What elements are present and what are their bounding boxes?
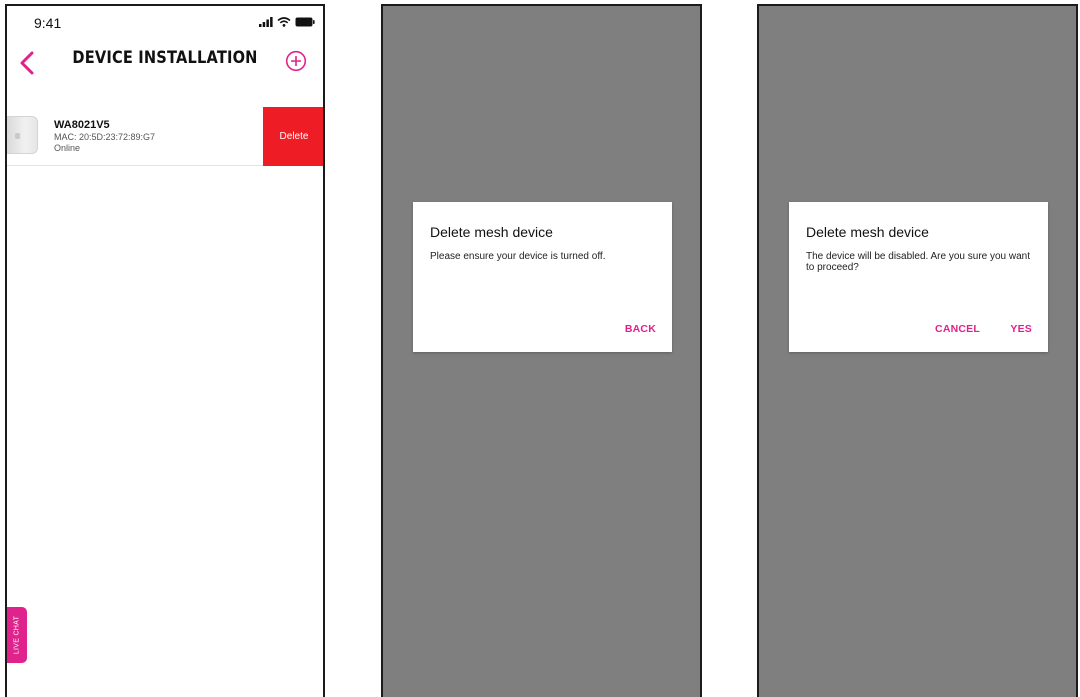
- device-status: Online: [54, 143, 81, 153]
- yes-button[interactable]: YES: [1010, 323, 1032, 335]
- delete-button[interactable]: Delete: [263, 107, 323, 166]
- dialog-title: Delete mesh device: [430, 224, 553, 240]
- battery-icon: [295, 17, 315, 27]
- dialog-title: Delete mesh device: [806, 224, 929, 240]
- status-time: 9:41: [34, 15, 62, 31]
- device-installation-screen: 9:41 DEVICE INSTALLATION WA8021V5 MAC: 2…: [5, 4, 325, 697]
- live-chat-label: LIVE CHAT: [13, 615, 21, 655]
- wifi-icon: [277, 17, 291, 27]
- dialog-message: Please ensure your device is turned off.: [430, 251, 606, 262]
- device-name: WA8021V5: [54, 119, 110, 131]
- device-mac: MAC: 20:5D:23:72:89:G7: [54, 132, 156, 142]
- dialog-message: The device will be disabled. Are you sur…: [806, 251, 1031, 273]
- add-device-icon[interactable]: [285, 50, 307, 72]
- live-chat-tab[interactable]: LIVE CHAT: [7, 607, 27, 663]
- device-thumbnail: [7, 116, 38, 154]
- delete-dialog-screen-2: Delete mesh device The device will be di…: [757, 4, 1078, 697]
- back-button[interactable]: BACK: [625, 323, 656, 335]
- cancel-button[interactable]: CANCEL: [935, 323, 980, 335]
- delete-dialog: Delete mesh device Please ensure your de…: [413, 202, 672, 352]
- delete-confirm-dialog: Delete mesh device The device will be di…: [789, 202, 1048, 352]
- status-icons: [259, 17, 315, 27]
- page-title: DEVICE INSTALLATION: [72, 48, 258, 68]
- delete-dialog-screen-1: Delete mesh device Please ensure your de…: [381, 4, 702, 697]
- signal-icon: [259, 17, 273, 27]
